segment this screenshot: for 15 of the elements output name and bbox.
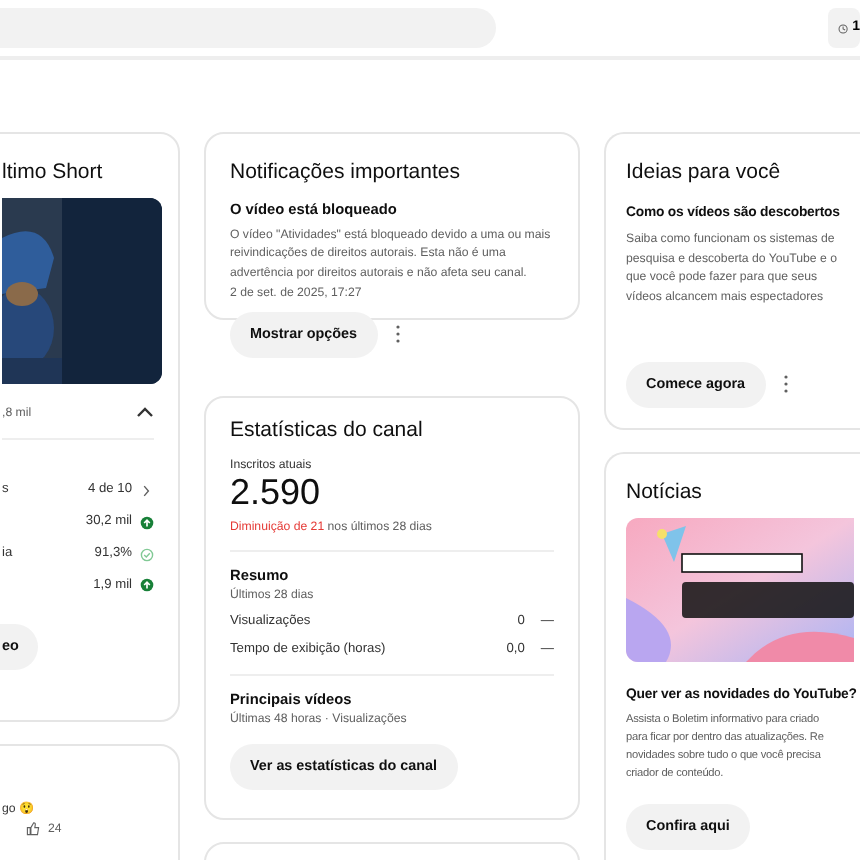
card-title: ltimo Short bbox=[2, 160, 105, 186]
more-icon[interactable] bbox=[393, 324, 402, 345]
card-title: Estatísticas do canal bbox=[230, 418, 425, 444]
subscriber-count: 2.590 bbox=[230, 474, 323, 515]
card-title: Notificações importantes bbox=[230, 160, 462, 186]
caret-icon[interactable] bbox=[136, 406, 154, 419]
more-icon[interactable] bbox=[781, 374, 790, 395]
card-title: Notícias bbox=[626, 480, 704, 506]
up-arrow-icon bbox=[140, 515, 154, 530]
check-circle-icon bbox=[140, 547, 154, 562]
clock-icon bbox=[838, 21, 849, 35]
chevron-right-icon[interactable] bbox=[140, 483, 154, 498]
thumbs-up-icon[interactable] bbox=[26, 822, 40, 837]
card-title: Ideias para você bbox=[626, 160, 783, 186]
up-arrow-icon bbox=[140, 578, 154, 593]
